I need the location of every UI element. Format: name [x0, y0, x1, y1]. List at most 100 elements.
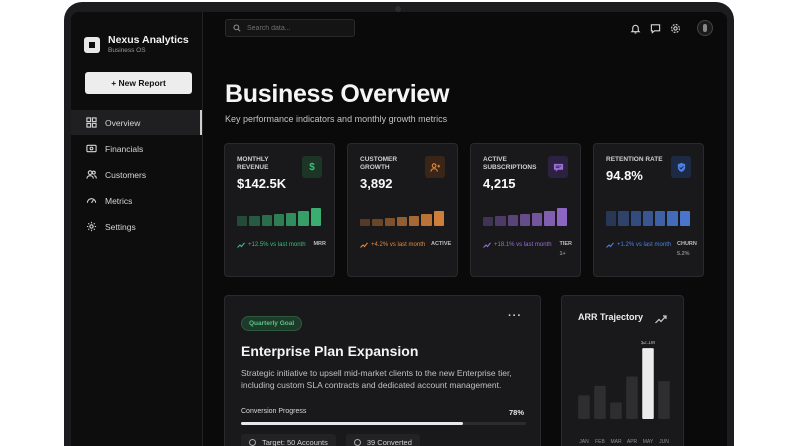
sparkline-bar [519, 214, 531, 226]
sparkline-bar [237, 216, 248, 226]
card-tag: ACTIVE [431, 241, 452, 247]
kpi-card-customers[interactable]: Customer Growth 3,892 +4.2% vs last mont… [347, 143, 458, 277]
chat-icon[interactable] [649, 22, 661, 34]
sparkline-bar [679, 211, 690, 226]
arr-bar-chart: $2.1M [578, 341, 670, 419]
sidebar-item-financials[interactable]: Financials [71, 136, 202, 161]
sparkline-bar [298, 211, 309, 226]
arr-bar-apr[interactable] [626, 376, 638, 419]
sparkline-bar [642, 211, 654, 226]
sidebar-item-settings[interactable]: Settings [71, 214, 202, 239]
brand-subtitle: Business OS [108, 47, 146, 54]
progress-fill [241, 422, 464, 425]
progress-bar [241, 422, 526, 425]
arr-bar-jun[interactable] [658, 381, 670, 419]
kpi-card-subscriptions[interactable]: Active Subscriptions 4,215 +18.1% vs las… [470, 143, 581, 277]
sparkline-bar [630, 211, 641, 226]
page-subtitle: Key performance indicators and monthly g… [225, 114, 448, 124]
sparkline-bar [360, 219, 371, 226]
card-label: Retention Rate [606, 156, 663, 163]
sparkline-bar [249, 216, 260, 226]
arr-bar-may[interactable] [642, 348, 654, 419]
search-input[interactable] [247, 24, 347, 32]
kpi-cards: Monthly Revenue $142.5K $ +12.5% vs last… [224, 143, 716, 277]
progress-label: Conversion Progress [241, 408, 307, 415]
converted-stat: 39 Converted [345, 434, 420, 446]
topbar-actions [621, 20, 713, 36]
trend-text: +12.5% vs last month [248, 242, 306, 248]
main-content: Business Overview Key performance indica… [203, 12, 727, 446]
sparkline-bar [261, 215, 272, 226]
arr-month-labels: JAN FEB MAR APR MAY JUN [576, 439, 672, 445]
goal-badge: Quarterly Goal [241, 316, 303, 331]
card-tag-sub: 1+ [559, 251, 566, 257]
sidebar-item-customers[interactable]: Customers [71, 162, 202, 187]
arr-month-label: MAY [642, 439, 654, 445]
arr-bar-feb[interactable] [594, 385, 606, 419]
sparkline-bar [618, 211, 629, 226]
card-label: Active Subscriptions [483, 156, 537, 171]
check-circle-icon [353, 439, 361, 446]
sparkline-bar [421, 214, 432, 226]
sparkline-bar [384, 218, 395, 226]
quarterly-goal-card: Quarterly Goal ··· Enterprise Plan Expan… [224, 295, 541, 446]
sidebar-item-label: Financials [105, 143, 144, 154]
settings-gear-icon[interactable] [669, 22, 681, 34]
card-label: Customer Growth [360, 156, 398, 171]
target-icon [249, 439, 256, 446]
progress-percent: 78% [508, 408, 524, 417]
new-report-button[interactable]: + New Report [85, 72, 192, 94]
card-value: $142.5K [237, 176, 287, 191]
card-tag-sub: 5.2% [677, 251, 690, 257]
sparkline-bar [433, 211, 444, 226]
card-tag: TIER 1+ [559, 241, 572, 258]
topbar [203, 12, 727, 44]
app-screen: Nexus Analytics Business OS + New Report… [71, 12, 727, 446]
sidebar-nav: Overview Financials Customers Metrics Se… [71, 110, 202, 239]
trend-indicator: +12.5% vs last month [237, 241, 308, 249]
sidebar: Nexus Analytics Business OS + New Report… [71, 12, 203, 446]
goal-title: Enterprise Plan Expansion [241, 343, 419, 359]
sparkline-bar [556, 208, 567, 226]
brand-logo-icon [84, 37, 100, 53]
sparkline-bar [409, 216, 420, 226]
sidebar-item-overview[interactable]: Overview [71, 110, 202, 135]
trend-text: +18.1% vs last month [494, 242, 552, 248]
more-options-icon[interactable]: ··· [508, 310, 522, 322]
goal-description: Strategic initiative to upsell mid-marke… [241, 368, 512, 390]
card-tag: CHURN 5.2% [677, 241, 697, 258]
sidebar-item-label: Customers [105, 169, 147, 180]
brand-name: Nexus Analytics [108, 34, 189, 46]
arr-trajectory-card: ARR Trajectory $2.1M JAN FEB MAR APR MAY JUN [561, 295, 684, 446]
sidebar-item-label: Metrics [105, 195, 133, 206]
sparkline-bar [372, 219, 383, 226]
card-tag-label: CHURN [677, 241, 697, 247]
card-tag: MRR [313, 241, 326, 247]
sparkline-bar [667, 211, 678, 226]
arr-month-label: JUN [659, 439, 669, 445]
laptop-frame: Nexus Analytics Business OS + New Report… [64, 2, 734, 446]
kpi-card-retention[interactable]: Retention Rate 94.8% +1.2% vs last month… [593, 143, 704, 277]
sparkline-bar [396, 217, 408, 226]
brand: Nexus Analytics Business OS [71, 34, 202, 54]
chat-card-icon [548, 156, 568, 178]
card-tag-label: TIER [559, 241, 572, 247]
user-plus-icon [425, 156, 445, 178]
search-box[interactable] [225, 19, 355, 37]
arr-bar-jan[interactable] [578, 395, 590, 419]
converted-label: 39 Converted [366, 438, 412, 446]
trend-text: +1.2% vs last month [617, 242, 672, 248]
arr-month-label: MAR [610, 439, 622, 445]
search-icon [233, 19, 241, 37]
wallet-icon [85, 143, 97, 155]
arr-month-label: APR [626, 439, 638, 445]
gauge-icon [85, 195, 97, 207]
user-avatar[interactable] [697, 20, 713, 36]
bell-icon[interactable] [629, 22, 641, 34]
kpi-card-revenue[interactable]: Monthly Revenue $142.5K $ +12.5% vs last… [224, 143, 335, 277]
arr-bar-mar[interactable] [610, 402, 622, 419]
sparkline-bar [286, 213, 297, 226]
sidebar-item-metrics[interactable]: Metrics [71, 188, 202, 213]
sparkline-bar [310, 208, 321, 226]
shield-icon [671, 156, 691, 178]
